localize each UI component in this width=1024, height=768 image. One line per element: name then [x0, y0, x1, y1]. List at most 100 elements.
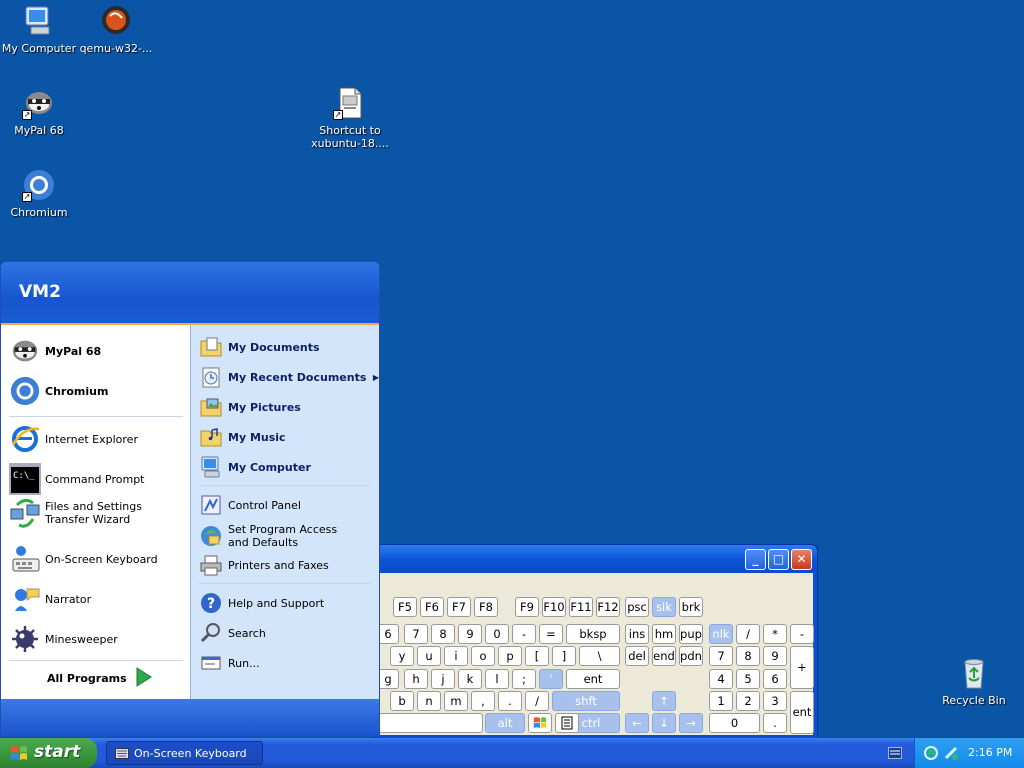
safely-remove-icon[interactable]	[943, 745, 959, 764]
osk-key[interactable]: ent	[790, 691, 814, 734]
osk-key[interactable]: del	[625, 646, 649, 666]
osk-key[interactable]: =	[539, 624, 563, 644]
on-screen-keyboard-window[interactable]: _ □ ✕ F5 F6 F7 F8 F9 F10 F11 F12 psc slk brk 6 7 8 9 0-…	[374, 544, 818, 739]
desktop-icon-recycle-bin[interactable]: Recycle Bin	[934, 656, 1014, 707]
osk-key[interactable]: 9	[763, 646, 787, 666]
osk-key[interactable]: \	[579, 646, 620, 666]
maximize-button[interactable]: □	[768, 549, 789, 570]
osk-key[interactable]: .	[498, 691, 522, 711]
osk-key[interactable]: .	[763, 713, 787, 733]
osk-key-windows[interactable]	[528, 713, 552, 733]
osk-key[interactable]: ↓	[652, 713, 676, 733]
osk-key[interactable]: bksp	[566, 624, 620, 644]
start-item-command-prompt[interactable]: C:\_ Command Prompt	[9, 463, 145, 495]
osk-key[interactable]: slk	[652, 597, 676, 617]
osk-key[interactable]: k	[458, 669, 482, 689]
osk-key[interactable]: 8	[431, 624, 455, 644]
osk-key[interactable]: brk	[679, 597, 703, 617]
start-item-mypal[interactable]: MyPal 68	[9, 335, 101, 367]
clock[interactable]: 2:16 PM	[968, 746, 1012, 759]
osk-key[interactable]: F11	[569, 597, 593, 617]
osk-key[interactable]: l	[485, 669, 509, 689]
osk-key[interactable]: psc	[625, 597, 649, 617]
osk-key[interactable]: 5	[736, 669, 760, 689]
osk-key[interactable]: ent	[566, 669, 620, 689]
start-item-my-pictures[interactable]: My Pictures	[199, 395, 301, 419]
osk-key[interactable]: F6	[420, 597, 444, 617]
osk-key[interactable]: 4	[709, 669, 733, 689]
minimize-button[interactable]: _	[745, 549, 766, 570]
start-item-files-settings-wizard[interactable]: Files and Settings Transfer Wizard	[9, 497, 184, 529]
start-item-search[interactable]: Search	[199, 621, 266, 645]
osk-key[interactable]: '	[539, 669, 563, 689]
osk-key[interactable]: /	[525, 691, 549, 711]
osk-key[interactable]: 1	[709, 691, 733, 711]
language-bar-icon[interactable]	[888, 747, 902, 762]
osk-key[interactable]: nlk	[709, 624, 733, 644]
osk-key[interactable]: y	[390, 646, 414, 666]
osk-key[interactable]: pup	[679, 624, 703, 644]
desktop-icon-qemu[interactable]: qemu-w32-...	[76, 4, 156, 55]
all-programs-button[interactable]: All Programs	[47, 666, 153, 691]
start-item-help-support[interactable]: ? Help and Support	[199, 591, 324, 615]
start-button[interactable]: start	[0, 738, 97, 768]
osk-key[interactable]: /	[736, 624, 760, 644]
osk-key[interactable]: h	[404, 669, 428, 689]
start-item-printers-faxes[interactable]: Printers and Faxes	[199, 553, 329, 577]
osk-key[interactable]: ←	[625, 713, 649, 733]
osk-key[interactable]: -	[790, 624, 814, 644]
osk-key[interactable]: 6	[377, 624, 399, 644]
osk-key[interactable]: -	[512, 624, 536, 644]
osk-key[interactable]: F12	[596, 597, 620, 617]
osk-key[interactable]: 8	[736, 646, 760, 666]
osk-key[interactable]: ,	[471, 691, 495, 711]
start-item-my-recent-documents[interactable]: My Recent Documents ▶	[199, 365, 379, 389]
osk-key[interactable]: →	[679, 713, 703, 733]
desktop-icon-my-computer[interactable]: My Computer	[0, 4, 79, 55]
osk-key[interactable]: shft	[552, 691, 620, 711]
osk-key[interactable]: ;	[512, 669, 536, 689]
osk-key[interactable]: F5	[393, 597, 417, 617]
osk-key[interactable]: [	[525, 646, 549, 666]
start-item-set-program-access[interactable]: Set Program Access and Defaults	[199, 523, 359, 549]
osk-key[interactable]: 0	[485, 624, 509, 644]
osk-key[interactable]: F8	[474, 597, 498, 617]
start-item-on-screen-keyboard[interactable]: On-Screen Keyboard	[9, 543, 158, 575]
osk-key[interactable]: ]	[552, 646, 576, 666]
osk-key[interactable]: 7	[404, 624, 428, 644]
osk-key[interactable]: end	[652, 646, 676, 666]
osk-key[interactable]: 3	[763, 691, 787, 711]
osk-key[interactable]: p	[498, 646, 522, 666]
taskbar-button-on-screen-keyboard[interactable]: On-Screen Keyboard	[106, 741, 263, 765]
osk-key[interactable]: pdn	[679, 646, 703, 666]
osk-key-space[interactable]	[377, 713, 483, 733]
osk-key[interactable]: b	[390, 691, 414, 711]
desktop-icon-chromium[interactable]: ↗ Chromium	[0, 168, 79, 219]
start-item-chromium[interactable]: Chromium	[9, 375, 108, 407]
osk-key[interactable]: +	[790, 646, 814, 689]
osk-key[interactable]: F7	[447, 597, 471, 617]
osk-key[interactable]: g	[377, 669, 399, 689]
start-item-my-music[interactable]: My Music	[199, 425, 286, 449]
start-item-minesweeper[interactable]: Minesweeper	[9, 623, 118, 655]
osk-key[interactable]: 2	[736, 691, 760, 711]
desktop-icon-mypal[interactable]: ↗ MyPal 68	[0, 86, 79, 137]
osk-key[interactable]: 6	[763, 669, 787, 689]
start-item-my-computer[interactable]: My Computer	[199, 455, 311, 479]
start-item-narrator[interactable]: Narrator	[9, 583, 91, 615]
osk-key-app-menu[interactable]	[555, 713, 579, 733]
close-button[interactable]: ✕	[791, 549, 812, 570]
osk-key[interactable]: alt	[485, 713, 525, 733]
osk-key[interactable]: hm	[652, 624, 676, 644]
osk-key[interactable]: F9	[515, 597, 539, 617]
osk-key[interactable]: i	[444, 646, 468, 666]
osk-key[interactable]: u	[417, 646, 441, 666]
osk-key[interactable]: *	[763, 624, 787, 644]
osk-key[interactable]: ↑	[652, 691, 676, 711]
osk-key[interactable]: 0	[709, 713, 760, 733]
osk-key[interactable]: m	[444, 691, 468, 711]
network-icon[interactable]	[923, 745, 939, 764]
osk-key[interactable]: F10	[542, 597, 566, 617]
osk-key[interactable]: o	[471, 646, 495, 666]
start-item-control-panel[interactable]: Control Panel	[199, 493, 301, 517]
